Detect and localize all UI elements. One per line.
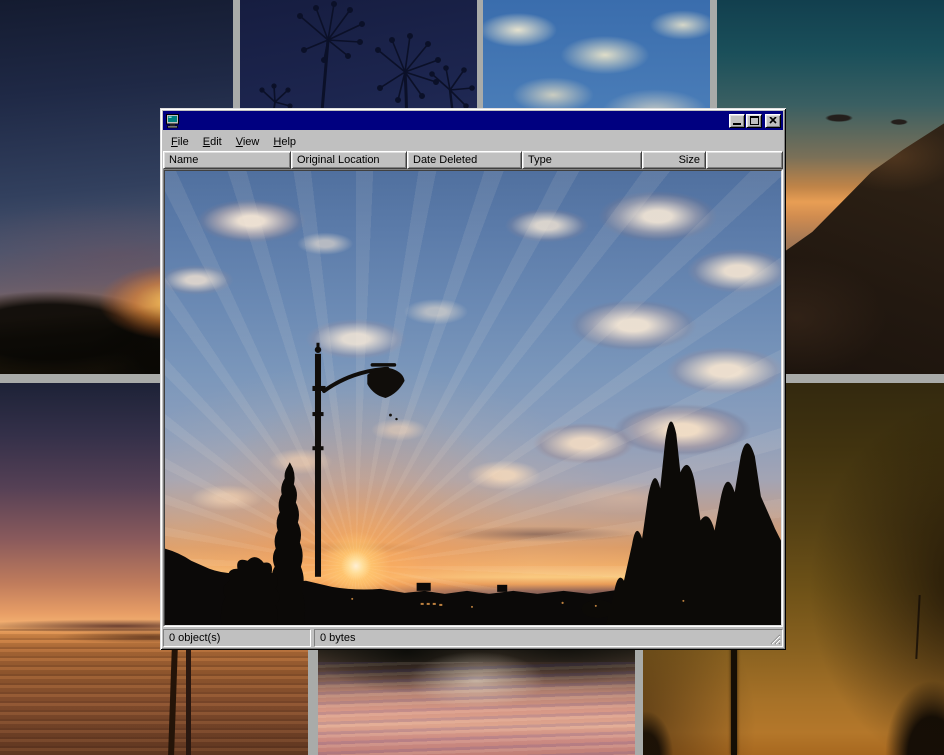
column-headers: Name Original Location Date Deleted Type…	[163, 151, 783, 169]
silhouette-layer	[165, 171, 781, 625]
desktop: File Edit View Help Name Original Locati…	[0, 0, 944, 755]
sunset-lamp-photo	[165, 171, 781, 625]
status-byte-count: 0 bytes	[314, 629, 783, 647]
resize-grip[interactable]	[768, 632, 781, 645]
status-bar: 0 object(s) 0 bytes	[163, 627, 783, 647]
bush-silhouette-left	[221, 557, 280, 625]
grass-stalk	[915, 595, 920, 659]
maximize-button[interactable]	[746, 114, 762, 128]
status-object-count: 0 object(s)	[163, 629, 311, 647]
listview-area[interactable]	[163, 169, 783, 627]
menu-edit[interactable]: Edit	[196, 133, 229, 150]
menu-help[interactable]: Help	[266, 133, 303, 150]
minimize-button[interactable]	[729, 114, 745, 128]
column-header-original-location[interactable]: Original Location	[291, 151, 407, 169]
column-header-blank[interactable]	[706, 151, 783, 169]
menu-bar: File Edit View Help	[163, 131, 783, 151]
minimize-icon	[733, 123, 741, 125]
menu-view[interactable]: View	[229, 133, 267, 150]
column-header-name[interactable]: Name	[163, 151, 291, 169]
column-header-date-deleted[interactable]: Date Deleted	[407, 151, 522, 169]
recycle-bin-window: File Edit View Help Name Original Locati…	[160, 108, 786, 650]
column-header-size[interactable]: Size	[642, 151, 706, 169]
column-header-type[interactable]: Type	[522, 151, 642, 169]
window-titlebar[interactable]	[163, 111, 783, 130]
wooden-pole	[186, 639, 191, 755]
tree-silhouette-right	[606, 421, 781, 625]
close-button[interactable]	[765, 114, 781, 128]
street-lamp-silhouette	[312, 343, 404, 577]
water-ripples	[318, 662, 635, 755]
close-icon	[769, 117, 777, 124]
menu-file[interactable]: File	[164, 133, 196, 150]
resize-grip-icon	[768, 632, 781, 645]
maximize-icon	[750, 116, 759, 125]
computer-icon	[165, 113, 181, 129]
